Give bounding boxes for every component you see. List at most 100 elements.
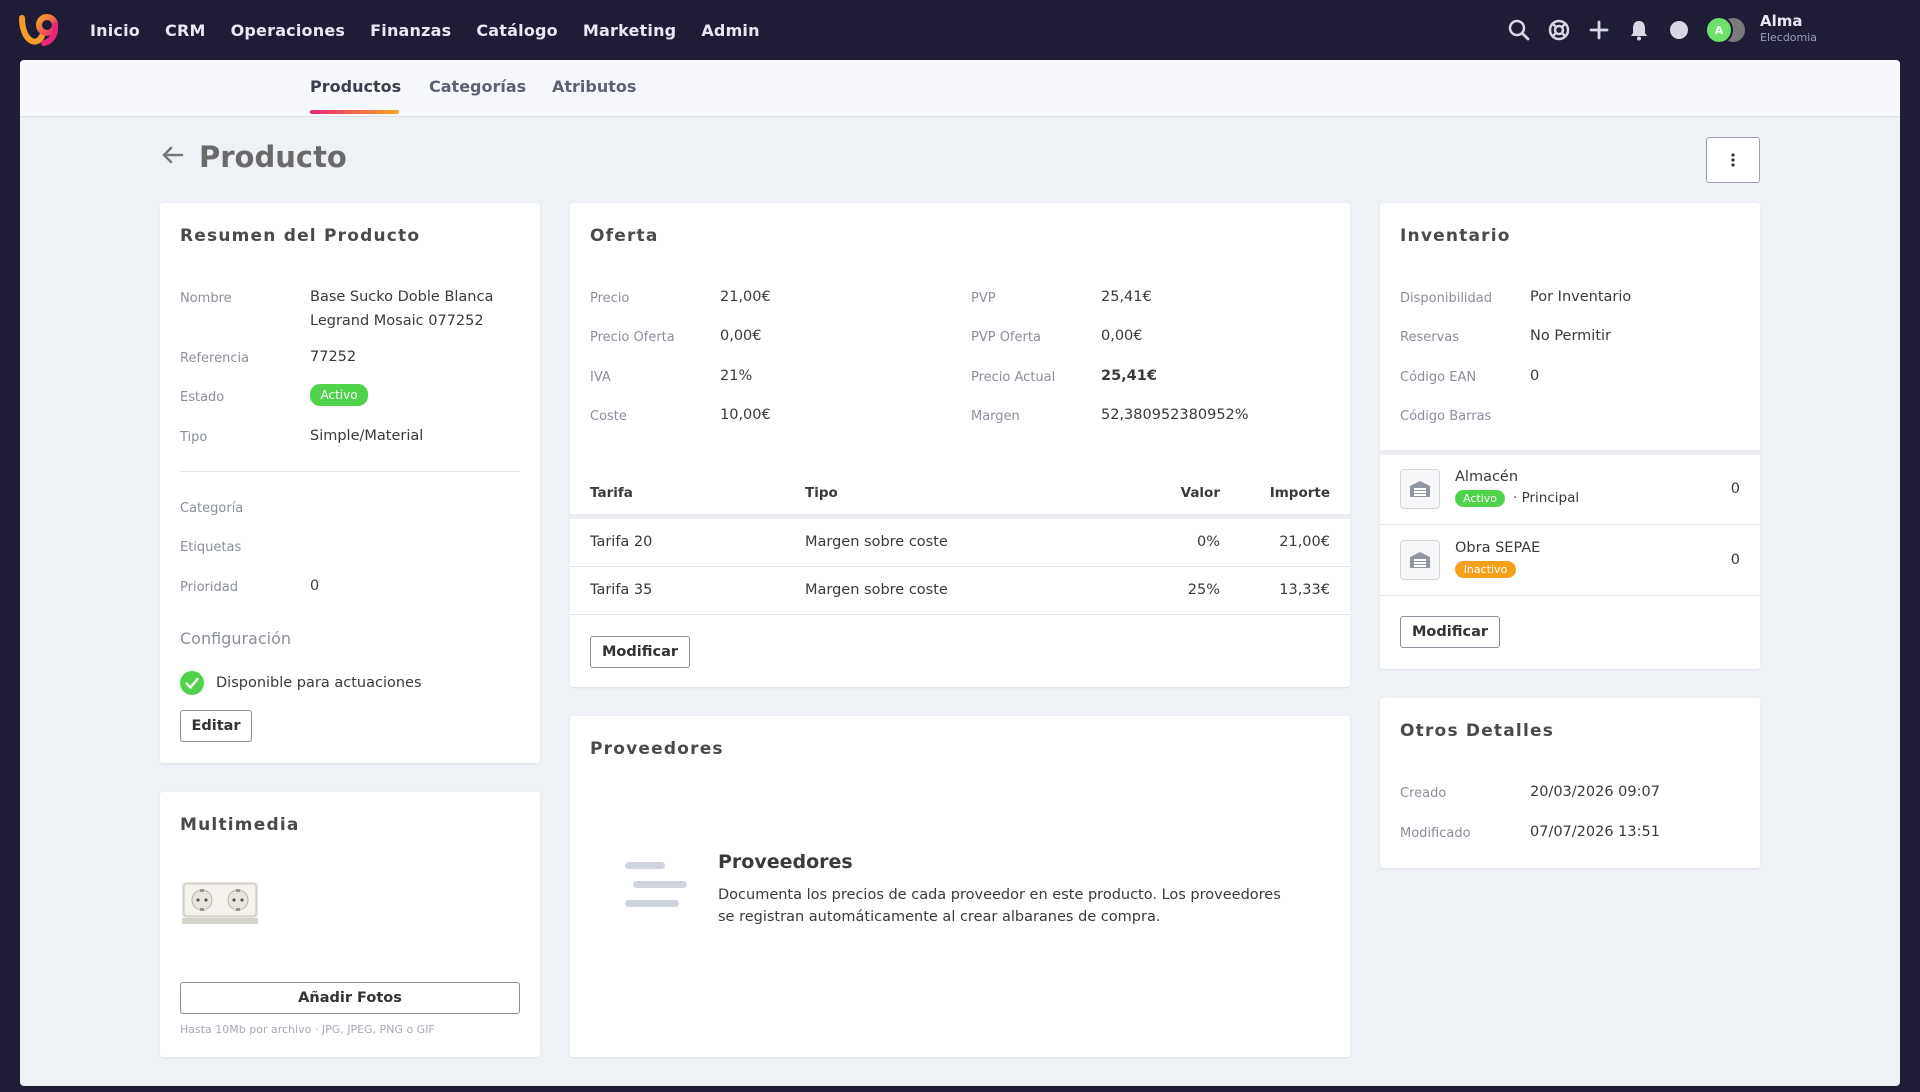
more-options-button[interactable] [1706,137,1760,183]
tarifa-cell: Tarifa 20 [590,534,653,550]
warehouse-row[interactable]: Obra SEPAE Inactivo 0 [1380,526,1760,596]
catalog-subnav: Productos Categorías Atributos [20,60,1900,117]
product-image [182,882,258,924]
valor-cell: 25% [1187,582,1220,598]
creado-value: 20/03/2026 09:07 [1530,784,1660,800]
search-icon[interactable] [1505,16,1533,44]
user-avatar[interactable]: A [1705,16,1749,44]
warehouse-name: Obra SEPAE [1455,540,1541,556]
main-nav: Inicio CRM Operaciones Finanzas Catálogo… [90,0,785,60]
ean-value: 0 [1530,368,1540,384]
list-placeholder-icon [625,862,687,907]
nav-operaciones[interactable]: Operaciones [231,21,346,40]
tipo-label: Tipo [180,430,208,445]
tipo-cell: Margen sobre coste [805,534,948,550]
warehouse-name: Almacén [1455,469,1519,485]
nombre-value-line1: Base Sucko Doble Blanca [310,289,494,305]
pvp-oferta-label: PVP Oferta [971,330,1041,345]
nav-catalogo[interactable]: Catálogo [476,21,558,40]
disponibilidad-value: Por Inventario [1530,289,1632,305]
nav-crm[interactable]: CRM [165,21,206,40]
tipo-value: Simple/Material [310,428,424,444]
add-photos-button[interactable]: Añadir Fotos [180,982,520,1014]
plus-icon[interactable] [1585,16,1613,44]
iva-value: 21% [720,368,753,384]
nav-inicio[interactable]: Inicio [90,21,140,40]
precio-oferta-value: 0,00€ [720,328,762,344]
inventory-card: Inventario Disponibilidad Por Inventario… [1380,203,1760,669]
status-badge: Activo [1455,490,1505,507]
importe-cell: 21,00€ [1279,534,1330,550]
back-arrow-icon[interactable] [160,142,186,168]
avatar-initial: A [1705,16,1733,44]
pvp-label: PVP [971,291,996,306]
nav-admin[interactable]: Admin [701,21,759,40]
user-name[interactable]: Alma [1760,12,1803,30]
app-content: Productos Categorías Atributos Producto … [20,60,1900,1086]
card-title: Inventario [1400,226,1511,246]
tab-productos[interactable]: Productos [310,77,401,96]
kebab-icon [1731,153,1735,167]
referencia-value: 77252 [310,349,357,365]
col-tarifa: Tarifa [590,485,633,501]
margen-value: 52,380952380952% [1101,407,1249,423]
multimedia-card: Multimedia Añadir Fotos Hasta 10Mb por a… [160,792,540,1057]
tab-atributos[interactable]: Atributos [552,77,636,96]
coste-label: Coste [590,409,627,424]
brand-logo[interactable] [18,10,62,50]
modify-offer-button[interactable]: Modificar [590,636,690,668]
prioridad-value: 0 [310,578,320,594]
ean-label: Código EAN [1400,370,1477,385]
product-thumbnail[interactable] [180,860,260,940]
nav-marketing[interactable]: Marketing [583,21,676,40]
tab-categorias[interactable]: Categorías [429,77,526,96]
config-title: Configuración [180,629,292,648]
card-title: Multimedia [180,815,300,835]
modificado-value: 07/07/2026 13:51 [1530,824,1660,840]
referencia-label: Referencia [180,351,250,366]
top-navbar: Inicio CRM Operaciones Finanzas Catálogo… [0,0,1920,60]
table-row[interactable]: Tarifa 20 Margen sobre coste 0% 21,00€ [570,519,1350,567]
categoria-label: Categoría [180,501,244,516]
warehouse-qty: 0 [1730,481,1740,497]
status-badge: Activo [310,384,368,406]
col-tipo: Tipo [805,485,838,501]
col-importe: Importe [1269,485,1330,501]
help-lifebuoy-icon[interactable] [1545,16,1573,44]
warehouse-qty: 0 [1730,552,1740,568]
modify-inventory-button[interactable]: Modificar [1400,616,1500,648]
warehouse-icon [1400,469,1440,509]
card-title: Oferta [590,226,659,246]
table-row[interactable]: Tarifa 35 Margen sobre coste 25% 13,33€ [570,567,1350,615]
upload-hint: Hasta 10Mb por archivo · JPG, JPEG, PNG … [180,1023,435,1036]
precio-value: 21,00€ [720,289,771,305]
tarifa-cell: Tarifa 35 [590,582,653,598]
check-circle-icon [180,671,204,695]
divider [180,471,520,472]
etiquetas-label: Etiquetas [180,540,242,555]
precio-label: Precio [590,291,630,306]
warehouse-row[interactable]: Almacén Activo · Principal 0 [1380,455,1760,525]
user-organization: Elecdomia [1760,31,1818,44]
creado-label: Creado [1400,786,1447,801]
margen-label: Margen [971,409,1020,424]
modificado-label: Modificado [1400,826,1471,841]
disponibilidad-label: Disponibilidad [1400,291,1493,306]
empty-state-title: Proveedores [718,851,853,873]
card-title: Resumen del Producto [180,226,421,246]
reservas-label: Reservas [1400,330,1459,345]
nav-actions [1505,0,1705,60]
tipo-cell: Margen sobre coste [805,582,948,598]
nav-finanzas[interactable]: Finanzas [370,21,451,40]
status-badge: Inactivo [1455,561,1516,578]
nombre-value-line2: Legrand Mosaic 077252 [310,313,484,329]
precio-oferta-label: Precio Oferta [590,330,675,345]
precio-actual-label: Precio Actual [971,370,1056,385]
bell-icon[interactable] [1625,16,1653,44]
status-dot-icon[interactable] [1665,16,1693,44]
edit-button[interactable]: Editar [180,710,252,742]
precio-actual-value: 25,41€ [1101,368,1157,384]
importe-cell: 13,33€ [1279,582,1330,598]
iva-label: IVA [590,370,611,385]
barras-label: Código Barras [1400,409,1492,424]
